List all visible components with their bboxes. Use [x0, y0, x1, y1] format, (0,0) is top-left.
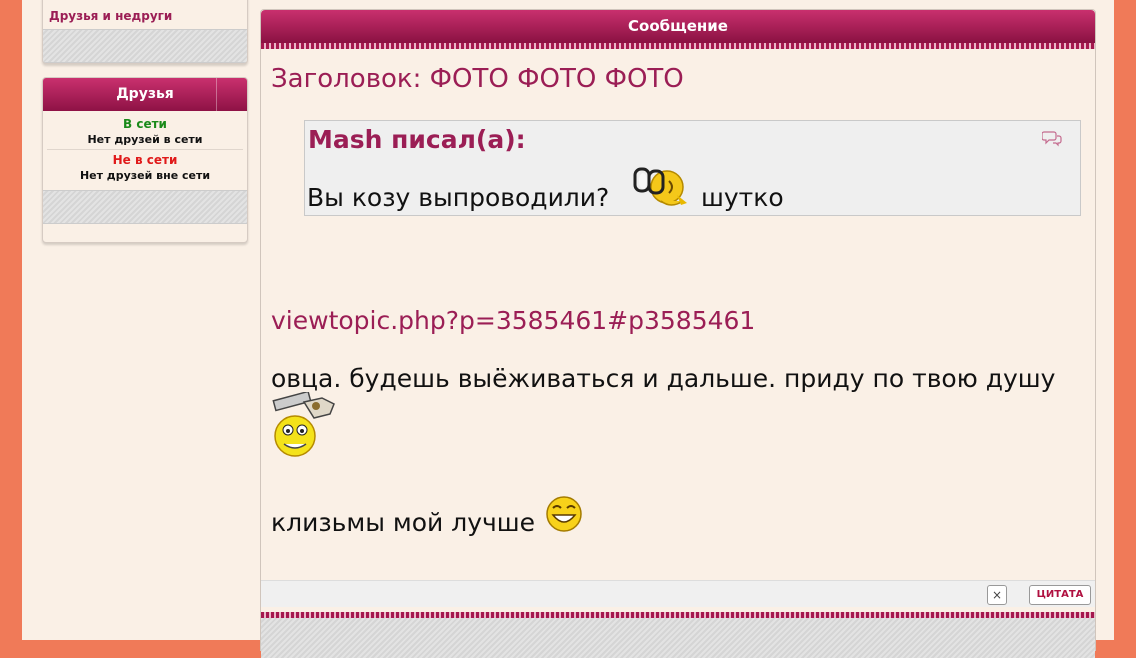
message-panel: Сообщение Заголовок: ФОТО ФОТО ФОТО Mash… [260, 9, 1096, 658]
message-line-2: клизьмы мой лучше [271, 508, 536, 537]
header-divider [216, 78, 217, 111]
friends-title-text: Друзья [116, 86, 174, 102]
report-button[interactable]: × [987, 585, 1007, 605]
quote-block: Mash писал(а): Вы козу выпроводили? шутк… [304, 120, 1081, 216]
quote-bubble-icon [1042, 131, 1062, 147]
friends-foes-link[interactable]: Друзья и недруги [43, 1, 247, 23]
offline-note: Нет друзей вне сети [79, 169, 211, 182]
laughing-smiley-icon [546, 496, 582, 532]
panel-footer [43, 190, 247, 224]
sidebar-panel-top: Друзья и недруги [42, 0, 248, 64]
quote-text-after: шутко [701, 183, 784, 212]
quote-button-label: ЦИТАТА [1036, 589, 1084, 600]
divider [47, 149, 243, 150]
friends-panel-title: Друзья [43, 78, 247, 111]
panel-footer [43, 29, 247, 63]
message-subject: Заголовок: ФОТО ФОТО ФОТО [271, 64, 684, 94]
quote-button[interactable]: ЦИТАТА [1029, 585, 1091, 605]
glasses-smiley-icon [633, 167, 687, 206]
header-stripe [261, 43, 1095, 49]
offline-label: Не в сети [112, 153, 178, 167]
friends-body: В сети Нет друзей в сети Не в сети Нет д… [43, 111, 247, 186]
message-header: Сообщение [261, 10, 1095, 43]
quote-text: Вы козу выпроводили? [307, 183, 610, 212]
post-footer [261, 580, 1095, 607]
friends-panel: Друзья В сети Нет друзей в сети Не в сет… [42, 77, 248, 243]
online-label: В сети [123, 117, 167, 131]
fix-smiley-icon [272, 392, 335, 457]
panel-bottom [261, 618, 1095, 658]
message-line-1: овца. будешь выёживаться и дальше. приду… [271, 364, 1056, 393]
online-note: Нет друзей в сети [87, 133, 203, 146]
topic-link[interactable]: viewtopic.php?p=3585461#p3585461 [271, 306, 755, 335]
page: Друзья и недруги Друзья В сети Нет друзе… [22, 0, 1114, 658]
quote-author: Mash писал(а): [308, 125, 526, 154]
